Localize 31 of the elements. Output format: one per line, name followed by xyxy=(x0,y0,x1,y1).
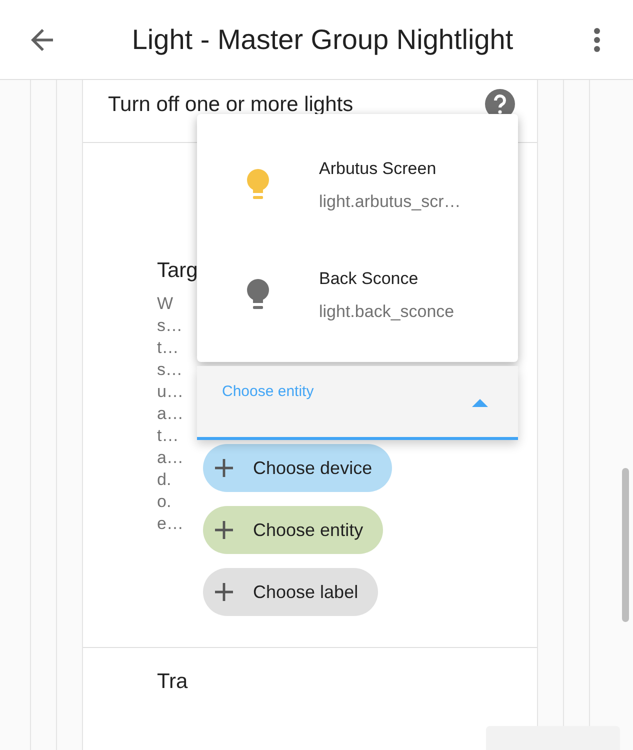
description-line: o. xyxy=(157,491,172,513)
description-line: W xyxy=(157,293,174,315)
description-line: t… xyxy=(157,337,179,359)
plus-icon xyxy=(215,521,233,539)
description-line: a… xyxy=(157,403,184,425)
back-arrow-icon xyxy=(31,28,53,50)
description-line: a… xyxy=(157,447,184,469)
add-chip[interactable]: Choose device xyxy=(203,444,392,492)
description-line: d. xyxy=(157,469,172,491)
entity-name: Arbutus Screen xyxy=(319,158,438,180)
caret-icon xyxy=(472,399,488,407)
entity-option[interactable]: Arbutus Screen light.arbutus_scr… xyxy=(197,130,518,240)
add-chip[interactable]: Choose label xyxy=(203,568,378,616)
description-line: u… xyxy=(157,381,184,403)
scrollbar-thumb[interactable] xyxy=(622,468,629,622)
description-line: t… xyxy=(157,425,179,447)
description-line: s… xyxy=(157,315,182,337)
section-heading: Targ xyxy=(157,259,198,283)
entity-id: light.back_sconce xyxy=(319,301,454,323)
add-chip[interactable]: Choose entity xyxy=(203,506,384,554)
description-line: e… xyxy=(157,513,184,535)
entity-name: Back Sconce xyxy=(319,268,420,290)
plus-icon xyxy=(215,583,233,601)
card-title: Turn off one or more lights xyxy=(108,92,354,118)
entity-option[interactable]: Back Sconce light.back_sconce xyxy=(197,240,518,350)
entity-id: light.arbutus_scr… xyxy=(319,191,461,213)
plus-icon xyxy=(215,459,233,477)
page-title: Light - Master Group Nightlight xyxy=(130,22,514,57)
section-heading: Tra xyxy=(157,669,189,695)
description-line: s… xyxy=(157,359,182,381)
more-vertical-icon xyxy=(593,26,601,52)
